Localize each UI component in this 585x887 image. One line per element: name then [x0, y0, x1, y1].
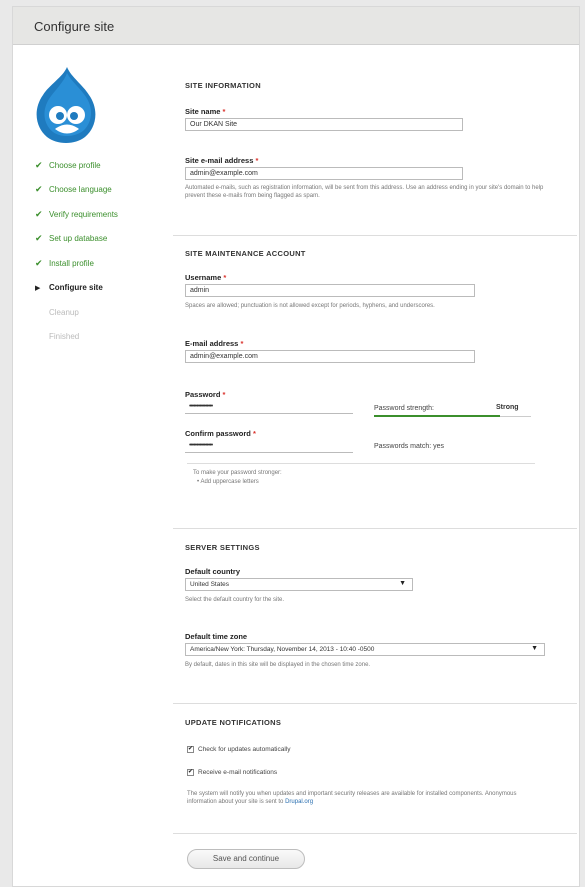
label-text: Site name: [185, 107, 221, 116]
confirm-password-input[interactable]: ••••••••••••••••: [185, 440, 353, 453]
step-label: Finished: [49, 332, 80, 342]
password-suggestion-item: • Add uppercase letters: [197, 479, 259, 485]
description-text: The system will notify you when updates …: [187, 791, 517, 805]
step-label: Set up database: [49, 234, 108, 244]
required-marker: *: [222, 390, 226, 399]
step-install-profile: ✔ Install profile: [35, 251, 118, 276]
site-email-label: Site e-mail address *: [185, 156, 258, 165]
password-strength-value: Strong: [496, 404, 519, 411]
section-heading-update-notifications: UPDATE NOTIFICATIONS: [185, 718, 282, 727]
checkbox-checked-icon: ✔: [187, 746, 194, 753]
step-label: Verify requirements: [49, 209, 118, 219]
check-icon: ✔: [35, 257, 43, 268]
triangle-right-icon: ▶: [35, 284, 41, 292]
divider: [173, 528, 577, 529]
suggestion-text: Add uppercase letters: [200, 479, 259, 485]
checkbox-label: Check for updates automatically: [198, 746, 291, 753]
divider: [173, 833, 577, 834]
divider: [173, 703, 577, 704]
default-timezone-select[interactable]: America/New York: Thursday, November 14,…: [185, 643, 545, 656]
step-verify-requirements: ✔ Verify requirements: [35, 202, 118, 227]
check-icon: ✔: [35, 208, 43, 219]
required-marker: *: [222, 107, 226, 116]
confirm-password-label: Confirm password *: [185, 429, 256, 438]
password-strength-bar: [374, 415, 500, 417]
checkbox-label: Receive e-mail notifications: [198, 769, 278, 776]
check-updates-checkbox[interactable]: ✔ Check for updates automatically: [187, 746, 291, 753]
username-input[interactable]: admin: [185, 284, 475, 297]
divider: [173, 235, 577, 236]
site-email-description: Automated e-mails, such as registration …: [185, 185, 544, 199]
default-timezone-description: By default, dates in this site will be d…: [185, 662, 371, 668]
label-text: E-mail address: [185, 339, 239, 348]
section-heading-maintenance: SITE MAINTENANCE ACCOUNT: [185, 249, 306, 258]
default-timezone-label: Default time zone: [185, 632, 248, 641]
password-suggestions-divider: [187, 463, 535, 464]
step-configure-site: ▶ Configure site: [35, 276, 118, 301]
username-label: Username *: [185, 273, 226, 282]
section-heading-site-information: SITE INFORMATION: [185, 81, 261, 90]
account-email-label: E-mail address *: [185, 339, 243, 348]
label-text: Username: [185, 273, 222, 282]
drupal-org-link[interactable]: Drupal.org: [285, 799, 313, 805]
label-text: Confirm password: [185, 429, 251, 438]
password-input[interactable]: ••••••••••••••••: [185, 401, 353, 414]
required-marker: *: [255, 156, 259, 165]
username-description: Spaces are allowed; punctuation is not a…: [185, 303, 435, 309]
step-cleanup: Cleanup: [35, 300, 118, 325]
account-email-input[interactable]: admin@example.com: [185, 350, 475, 363]
step-choose-profile: ✔ Choose profile: [35, 153, 118, 178]
step-choose-language: ✔ Choose language: [35, 178, 118, 203]
required-marker: *: [223, 273, 227, 282]
step-label: Cleanup: [49, 307, 79, 317]
step-set-up-database: ✔ Set up database: [35, 227, 118, 252]
check-icon: ✔: [35, 233, 43, 244]
check-icon: ✔: [35, 159, 43, 170]
step-label: Install profile: [49, 258, 94, 268]
required-marker: *: [240, 339, 244, 348]
select-value: United States: [190, 581, 230, 588]
drupal-logo: [36, 67, 96, 143]
default-country-description: Select the default country for the site.: [185, 597, 285, 603]
default-country-label: Default country: [185, 567, 241, 576]
label-text: Site e-mail address: [185, 156, 254, 165]
save-and-continue-button[interactable]: Save and continue: [187, 849, 305, 869]
email-notifications-checkbox[interactable]: ✔ Receive e-mail notifications: [187, 769, 277, 776]
required-marker: *: [252, 429, 256, 438]
check-icon: ✔: [35, 184, 43, 195]
label-text: Password: [185, 390, 221, 399]
update-notifications-description: The system will notify you when updates …: [187, 790, 547, 806]
dropdown-arrow-icon: ▼: [399, 580, 406, 587]
password-match-text: Passwords match: yes: [374, 443, 445, 450]
installer-page: Configure site ✔ Choose profile ✔ Choose l…: [12, 6, 580, 887]
step-label: Choose profile: [49, 160, 101, 170]
site-name-input[interactable]: Our DKAN Site: [185, 118, 463, 131]
section-heading-server-settings: SERVER SETTINGS: [185, 543, 260, 552]
dropdown-arrow-icon: ▼: [531, 645, 538, 652]
password-strength-label: Password strength:: [374, 405, 434, 412]
password-suggestions-title: To make your password stronger:: [193, 470, 282, 476]
install-steps: ✔ Choose profile ✔ Choose language ✔ Verify…: [35, 153, 118, 349]
step-finished: Finished: [35, 325, 118, 350]
site-email-input[interactable]: admin@example.com: [185, 167, 463, 180]
step-label: Configure site: [49, 283, 103, 293]
checkbox-checked-icon: ✔: [187, 769, 194, 776]
password-label: Password *: [185, 390, 225, 399]
select-value: America/New York: Thursday, November 14,…: [190, 646, 375, 653]
page-title: Configure site: [13, 7, 579, 45]
site-name-label: Site name *: [185, 107, 225, 116]
step-label: Choose language: [49, 185, 112, 195]
default-country-select[interactable]: United States ▼: [185, 578, 413, 591]
